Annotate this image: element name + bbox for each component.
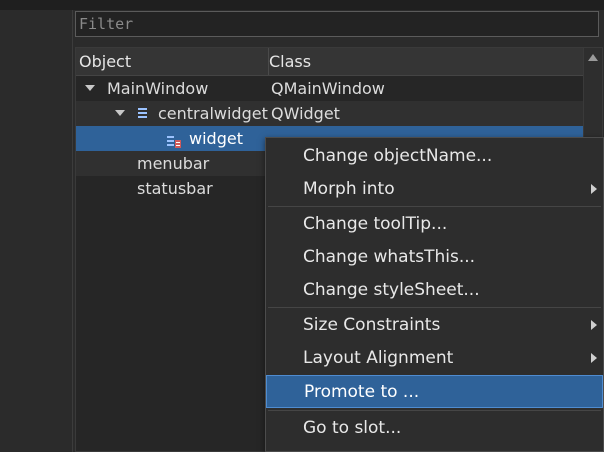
class-name: QMainWindow <box>271 79 385 98</box>
menu-separator <box>268 307 601 308</box>
menu-item-change-tooltip[interactable]: Change toolTip... <box>266 208 603 241</box>
menu-item-label: Morph into <box>303 179 395 199</box>
menu-item-label: Size Constraints <box>303 315 441 335</box>
menu-item-promote-to[interactable]: Promote to ... <box>266 375 603 408</box>
expand-arrow-icon[interactable] <box>115 110 125 116</box>
tree-row-mainwindow[interactable]: MainWindow QMainWindow <box>76 76 584 101</box>
object-name: menubar <box>137 154 210 173</box>
menu-separator <box>268 206 601 207</box>
context-menu: Change objectName... Morph into Change t… <box>265 137 604 452</box>
header-object[interactable]: Object <box>76 48 269 75</box>
menu-item-morph-into[interactable]: Morph into <box>266 173 603 206</box>
tree-header: Object Class <box>76 48 584 76</box>
left-panel <box>0 10 73 452</box>
menu-separator <box>268 410 601 411</box>
filter-input[interactable] <box>75 11 599 37</box>
object-name: widget <box>189 129 243 148</box>
object-name: statusbar <box>137 179 213 198</box>
widget-icon <box>167 131 181 148</box>
top-strip <box>0 0 604 10</box>
submenu-arrow-icon <box>591 320 597 330</box>
class-name: QWidget <box>271 104 340 123</box>
menu-item-label: Go to slot... <box>303 418 402 438</box>
tree-row-centralwidget[interactable]: centralwidget QWidget <box>76 101 584 126</box>
expand-arrow-icon[interactable] <box>85 85 95 91</box>
object-name: MainWindow <box>107 79 209 98</box>
scroll-up-icon[interactable] <box>588 54 598 61</box>
menu-item-label: Change styleSheet... <box>303 280 480 300</box>
menu-item-label: Change whatsThis... <box>303 247 476 267</box>
menu-item-layout-alignment[interactable]: Layout Alignment <box>266 342 603 375</box>
menu-item-change-stylesheet[interactable]: Change styleSheet... <box>266 274 603 307</box>
submenu-arrow-icon <box>591 353 597 363</box>
menu-item-label: Change toolTip... <box>303 214 448 234</box>
menu-item-go-to-slot[interactable]: Go to slot... <box>266 412 603 445</box>
header-class[interactable]: Class <box>266 48 569 75</box>
menu-item-label: Layout Alignment <box>303 348 454 368</box>
object-name: centralwidget <box>158 104 268 123</box>
layout-lines-icon <box>138 108 147 118</box>
menu-item-label: Change objectName... <box>303 146 493 166</box>
submenu-arrow-icon <box>591 184 597 194</box>
menu-item-label: Promote to ... <box>304 382 420 402</box>
menu-item-change-whatsthis[interactable]: Change whatsThis... <box>266 241 603 274</box>
menu-item-change-objectname[interactable]: Change objectName... <box>266 140 603 173</box>
menu-item-size-constraints[interactable]: Size Constraints <box>266 309 603 342</box>
